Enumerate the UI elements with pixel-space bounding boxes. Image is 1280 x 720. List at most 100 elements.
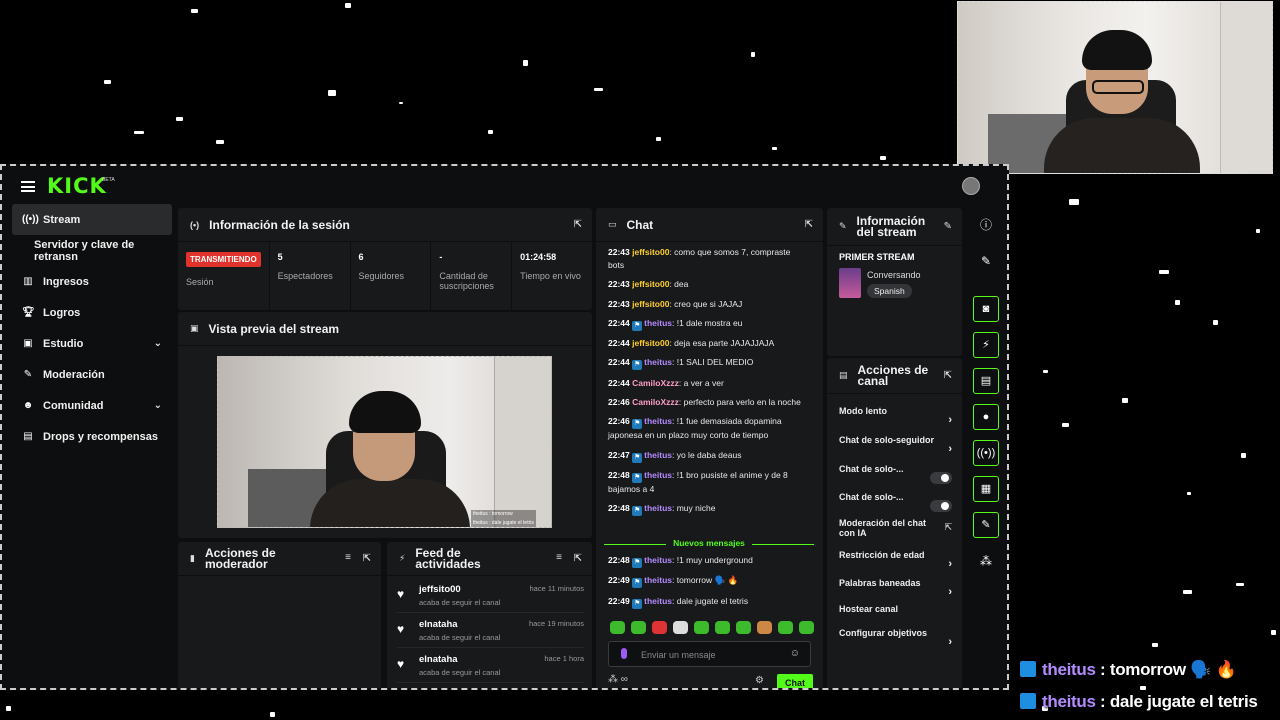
action-age-restriction[interactable]: Restricción de edad › [839,550,952,578]
chat-username[interactable]: CamiloXzzz [632,397,679,407]
sidebar-item-label: Stream [43,213,81,226]
community-icon: ☻ [22,400,34,411]
emote-icon[interactable] [757,621,772,634]
chat-username[interactable]: jeffsito00 [632,338,669,348]
chat-username[interactable]: jeffsito00 [632,299,669,309]
emote-icon[interactable] [610,621,625,634]
action-ai-moderation[interactable]: Moderación del chat con IA [839,518,934,546]
toggle-switch[interactable] [930,472,952,484]
mic-icon[interactable] [621,648,627,659]
sidebar-item-moderacion[interactable]: ✎ Moderación [12,359,172,390]
broadcast-icon[interactable]: ((•)) [973,440,999,466]
document-icon[interactable]: ▤ [973,368,999,394]
chat-message-input[interactable]: Enviar un mensaje ☺ [608,641,811,667]
chat-username[interactable]: theitus [644,575,672,585]
stream-preview-video[interactable]: theitus : tomorrow theitus : dale jugate… [217,356,552,528]
chat-username[interactable]: jeffsito00 [632,279,669,289]
info-icon[interactable]: ⓘ [973,212,999,238]
panel-title: Acciones de canal [857,362,929,388]
action-banned-words[interactable]: Palabras baneadas › [839,578,952,606]
chat-send-button[interactable]: Chat [777,674,813,688]
filter-icon[interactable]: ≡ [345,552,351,563]
activity-user[interactable]: elnataha [419,619,458,630]
lightning-icon: ⚡︎ [399,553,406,563]
layout-icon[interactable]: ▦ [973,476,999,502]
chat-bubble-icon[interactable]: ● [973,404,999,430]
camera-icon[interactable]: ◙ [973,296,999,322]
action-configure-goals[interactable]: Configurar objetivos › [839,628,952,656]
external-link-icon[interactable]: ⇱ [944,522,952,533]
moderator-icon: ▮ [190,553,195,563]
sidebar-item-stream[interactable]: ((•)) Stream [12,204,172,235]
chat-timestamp: 22:44 [608,317,630,328]
sidebar-item-estudio[interactable]: ▣ Estudio ⌄ [12,328,172,359]
followers-cell: 6 Seguidores [351,242,432,310]
sidebar-item-ingresos[interactable]: ▥ Ingresos [12,266,172,297]
sidebar-item-comunidad[interactable]: ☻ Comunidad ⌄ [12,390,172,421]
popout-icon[interactable]: ⇱ [944,370,952,381]
menu-icon[interactable] [21,181,35,192]
chat-username[interactable]: theitus [644,470,672,480]
pencil-icon[interactable]: ✎ [973,248,999,274]
chat-username[interactable]: theitus [644,596,672,606]
action-slow-mode[interactable]: Modo lento › [839,406,952,434]
activity-user[interactable]: elnataha [419,654,458,665]
chevron-right-icon: › [948,636,952,648]
emote-icon[interactable] [778,621,793,634]
lightning-icon[interactable]: ⚡︎ [973,332,999,358]
chat-username[interactable]: theitus [644,503,672,513]
sidebar-item-label: Ingresos [43,275,89,288]
chat-message: 22:46 CamiloXzzz: perfecto para verlo en… [608,396,806,409]
chat-username[interactable]: theitus [644,318,672,328]
emote-icon[interactable] [652,621,667,634]
chat-text: : !1 muy underground [672,555,753,565]
chat-timestamp: 22:46 [608,416,630,427]
emote-icon[interactable] [715,621,730,634]
webcam-overlay [957,1,1273,174]
activity-text: acaba de seguir el canal [419,598,501,607]
sidebar-item-drops[interactable]: ▤ Drops y recompensas [12,421,172,452]
stat-label: Seguidores [358,271,405,281]
trophy-icon: 🏆︎ [22,307,35,318]
emote-icon[interactable] [631,621,646,634]
chat-username[interactable]: jeffsito00 [632,247,669,257]
chat-username[interactable]: theitus [644,357,672,367]
heart-icon: ♥ [397,657,405,671]
chat-username[interactable]: theitus [644,416,672,426]
chat-timestamp: 22:43 [608,247,630,257]
wrench-icon[interactable]: ✎ [973,512,999,538]
popout-icon[interactable]: ⇱ [574,219,582,230]
add-widget-icon[interactable]: ⁂ [973,548,999,574]
popout-icon[interactable]: ⇱ [574,553,582,564]
activity-user[interactable]: jeffsito00 [419,584,461,595]
overlay-chat-line: theitus : dale jugate el tetris [1020,692,1258,712]
chart-icon: ▥ [23,276,33,287]
sidebar-item-logros[interactable]: 🏆︎ Logros [12,297,172,328]
panel-title: Feed de actividades [415,545,481,571]
popout-icon[interactable]: ⇱ [805,219,813,230]
emote-icon[interactable] [736,621,751,634]
emote-icon[interactable] [673,621,688,634]
popout-icon[interactable]: ⇱ [363,553,371,564]
stat-label: Espectadores [277,271,333,281]
filter-icon[interactable]: ≡ [556,552,562,563]
chat-username[interactable]: theitus [644,450,672,460]
edit-icon[interactable]: ✎ [944,221,952,232]
badge-icon: ⚑ [632,419,643,430]
chat-username[interactable]: CamiloXzzz [632,378,679,388]
gear-icon[interactable]: ⚙︎ [755,675,764,686]
emote-icon[interactable] [694,621,709,634]
kick-logo[interactable]: KICK [47,174,107,198]
emote-icon[interactable] [799,621,814,634]
action-followers-only[interactable]: Chat de solo-seguidor › [839,435,952,463]
session-stats: TRANSMITIENDO Sesión 5 Espectadores 6 Se… [178,242,592,310]
stream-category[interactable]: Conversando [867,270,921,280]
badge-icon: ⚑ [632,472,643,483]
toggle-switch[interactable] [930,500,952,512]
chat-username[interactable]: theitus [644,555,672,565]
channel-actions-header: ▤ Acciones de canal ⇱ [827,358,962,394]
infinity-icon[interactable]: ⁂ ∞ [608,674,628,685]
sidebar-item-server-key[interactable]: Servidor y clave de retransn [12,235,172,266]
user-avatar[interactable] [962,177,980,195]
emoji-icon[interactable]: ☺ [790,648,800,659]
